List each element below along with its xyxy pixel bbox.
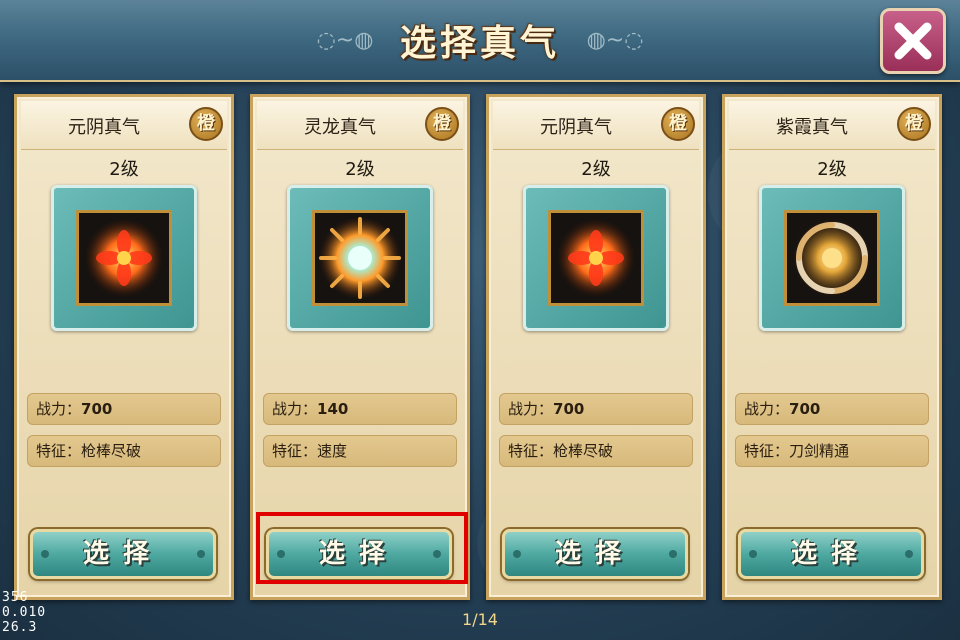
- power-value: 700: [789, 400, 821, 418]
- card-header: 灵龙真气 橙: [257, 101, 463, 150]
- close-icon: [894, 22, 932, 60]
- button-rivet: [197, 550, 205, 558]
- trait-label: 特征：: [272, 442, 318, 460]
- qi-name: 元阴真气: [68, 117, 140, 138]
- select-button[interactable]: 选择: [30, 529, 216, 579]
- qi-level: 2级: [817, 159, 847, 180]
- qi-icon-frame[interactable]: [287, 185, 433, 331]
- page-indicator: 1/14: [462, 610, 498, 629]
- trait-stat: 特征：枪棒尽破: [27, 435, 221, 467]
- trait-label: 特征：: [508, 442, 554, 460]
- button-rivet: [41, 550, 49, 558]
- power-stat: 战力：700: [499, 393, 693, 425]
- burst-orb-icon: [318, 216, 402, 300]
- qi-level: 2级: [109, 159, 139, 180]
- qi-icon-frame[interactable]: [51, 185, 197, 331]
- trait-label: 特征：: [744, 442, 790, 460]
- trait-value: 刀剑精通: [789, 442, 850, 460]
- qi-icon-frame[interactable]: [759, 185, 905, 331]
- select-label: 选择: [82, 539, 163, 569]
- trait-stat: 特征：速度: [263, 435, 457, 467]
- power-stat: 战力：140: [263, 393, 457, 425]
- select-label: 选择: [790, 539, 871, 569]
- qi-icon-frame[interactable]: [523, 185, 669, 331]
- card-header: 元阴真气 橙: [493, 101, 699, 150]
- debug-line: 26.3: [2, 620, 38, 635]
- power-stat: 战力：700: [735, 393, 929, 425]
- power-label: 战力：: [508, 400, 554, 418]
- trait-stat: 特征：刀剑精通: [735, 435, 929, 467]
- power-label: 战力：: [272, 400, 318, 418]
- power-stat: 战力：700: [27, 393, 221, 425]
- debug-line: 0.010: [2, 605, 47, 620]
- qi-name: 元阴真气: [540, 117, 612, 138]
- power-label: 战力：: [744, 400, 790, 418]
- qi-name: 紫霞真气: [776, 117, 848, 138]
- power-value: 700: [81, 400, 113, 418]
- debug-line: 356: [2, 590, 29, 605]
- card-header: 紫霞真气 橙: [729, 101, 935, 150]
- title-bar: ◌~◍ ◍~◌ 选择真气: [0, 0, 960, 82]
- button-rivet: [905, 550, 913, 558]
- qi-card: 元阴真气 橙 2级 战力：700 特征：枪棒尽破 选择: [486, 94, 706, 600]
- qi-card: 紫霞真气 橙 2级 战力：700 特征：刀剑精通 选择: [722, 94, 942, 600]
- page-title: 选择真气: [399, 22, 560, 64]
- card-header: 元阴真气 橙: [21, 101, 227, 150]
- trait-value: 速度: [317, 442, 348, 460]
- qi-level: 2级: [345, 159, 375, 180]
- quality-badge: 橙: [661, 107, 695, 141]
- close-button[interactable]: [880, 8, 946, 74]
- select-button[interactable]: 选择: [502, 529, 688, 579]
- select-label: 选择: [554, 539, 635, 569]
- select-button[interactable]: 选择: [738, 529, 924, 579]
- qi-card: 元阴真气 橙 2级 战力：700 特征：枪棒尽破 选择: [14, 94, 234, 600]
- quality-badge: 橙: [189, 107, 223, 141]
- button-rivet: [513, 550, 521, 558]
- selection-highlight: [256, 512, 468, 584]
- fire-flower-icon: [556, 218, 636, 298]
- power-value: 700: [553, 400, 585, 418]
- quality-badge: 橙: [425, 107, 459, 141]
- button-rivet: [669, 550, 677, 558]
- qi-level: 2级: [581, 159, 611, 180]
- trait-stat: 特征：枪棒尽破: [499, 435, 693, 467]
- trait-label: 特征：: [36, 442, 82, 460]
- power-label: 战力：: [36, 400, 82, 418]
- quality-badge: 橙: [897, 107, 931, 141]
- trait-value: 枪棒尽破: [81, 442, 142, 460]
- qi-name: 灵龙真气: [304, 117, 376, 138]
- swirl-orb-icon: [792, 218, 872, 298]
- trait-value: 枪棒尽破: [553, 442, 614, 460]
- fire-flower-icon: [84, 218, 164, 298]
- power-value: 140: [317, 400, 349, 418]
- debug-overlay: 356 0.010 26.3: [2, 590, 72, 635]
- button-rivet: [749, 550, 757, 558]
